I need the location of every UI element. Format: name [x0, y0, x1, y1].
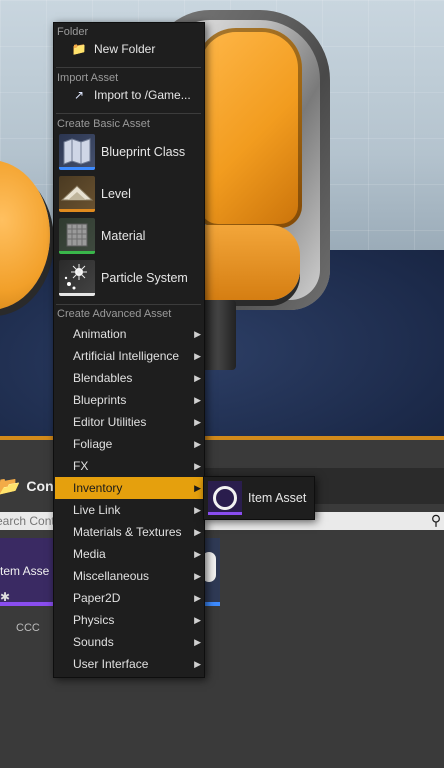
search-placeholder: earch Cont	[0, 514, 55, 528]
chevron-right-icon: ▶	[194, 350, 201, 361]
asset-caption: CCC	[16, 622, 40, 634]
chevron-right-icon: ▶	[194, 328, 201, 339]
section-header-import: Import Asset	[57, 72, 119, 84]
menu-item-blueprints[interactable]: Blueprints ▶	[55, 389, 203, 411]
menu-item-miscellaneous[interactable]: Miscellaneous ▶	[55, 565, 203, 587]
import-icon: ↗	[73, 88, 85, 102]
search-icon[interactable]: ⚲	[428, 512, 444, 530]
viewport-chair-base	[200, 300, 236, 370]
section-header-basic: Create Basic Asset	[57, 118, 150, 130]
menu-item-materials-textures[interactable]: Materials & Textures ▶	[55, 521, 203, 543]
menu-item-label: Item Asset	[248, 491, 307, 505]
menu-item-label: Miscellaneous	[73, 569, 150, 583]
menu-item-particle-system[interactable]: Particle System	[57, 259, 201, 297]
asset-tile-label: tem Asse	[0, 564, 50, 578]
type-color-bar	[59, 251, 95, 254]
chevron-right-icon: ▶	[194, 592, 201, 603]
section-header-folder: Folder	[57, 26, 89, 38]
menu-item-blueprint-class[interactable]: Blueprint Class	[57, 133, 201, 171]
chevron-right-icon: ▶	[194, 416, 201, 427]
chevron-right-icon: ▶	[194, 570, 201, 581]
menu-item-fx[interactable]: FX ▶	[55, 455, 203, 477]
menu-item-label: Editor Utilities	[73, 415, 147, 429]
menu-item-label: Media	[73, 547, 106, 561]
menu-item-label: Particle System	[101, 271, 188, 285]
menu-item-label: Import to /Game...	[94, 88, 191, 102]
chevron-right-icon: ▶	[194, 636, 201, 647]
menu-item-import[interactable]: ↗ Import to /Game...	[60, 85, 200, 105]
menu-item-label: Inventory	[73, 481, 123, 495]
type-color-bar	[59, 293, 95, 296]
menu-item-foliage[interactable]: Foliage ▶	[55, 433, 203, 455]
menu-item-label: Sounds	[73, 635, 114, 649]
ring-icon	[213, 486, 237, 510]
menu-item-label: New Folder	[94, 42, 156, 56]
chevron-right-icon: ▶	[194, 504, 201, 515]
chevron-right-icon: ▶	[194, 460, 201, 471]
menu-item-editor-utilities[interactable]: Editor Utilities ▶	[55, 411, 203, 433]
type-color-bar	[59, 209, 95, 212]
inventory-submenu: Item Asset	[203, 476, 315, 520]
new-folder-icon: 📁	[71, 42, 87, 56]
menu-item-material[interactable]: Material	[57, 217, 201, 255]
menu-item-paper2d[interactable]: Paper2D ▶	[55, 587, 203, 609]
material-icon	[59, 218, 95, 254]
menu-item-new-folder[interactable]: 📁 New Folder	[60, 39, 200, 59]
menu-item-label: Paper2D	[73, 591, 121, 605]
context-menu: Folder 📁 New Folder Import Asset ↗ Impor…	[53, 22, 205, 678]
chevron-right-icon: ▶	[194, 614, 201, 625]
menu-item-label: Foliage	[73, 437, 113, 451]
chevron-right-icon: ▶	[194, 526, 201, 537]
particle-system-icon	[59, 260, 95, 296]
menu-item-user-interface[interactable]: User Interface ▶	[55, 653, 203, 675]
menu-divider	[56, 304, 201, 305]
menu-item-item-asset[interactable]: Item Asset	[204, 477, 314, 519]
type-color-bar	[59, 167, 95, 170]
menu-item-live-link[interactable]: Live Link ▶	[55, 499, 203, 521]
menu-item-label: Level	[101, 187, 131, 201]
menu-item-media[interactable]: Media ▶	[55, 543, 203, 565]
menu-item-label: Blueprint Class	[101, 145, 186, 159]
menu-item-label: Material	[101, 229, 146, 243]
menu-item-animation[interactable]: Animation ▶	[55, 323, 203, 345]
menu-item-physics[interactable]: Physics ▶	[55, 609, 203, 631]
asset-tile-item-asset[interactable]: tem Asse ✱	[0, 538, 56, 606]
menu-divider	[56, 113, 201, 114]
menu-item-label: Materials & Textures	[73, 525, 182, 539]
chevron-right-icon: ▶	[194, 482, 201, 493]
menu-item-label: Live Link	[73, 503, 121, 517]
chevron-right-icon: ▶	[194, 394, 201, 405]
puzzle-icon: ✱	[0, 590, 11, 604]
chevron-right-icon: ▶	[194, 372, 201, 383]
menu-item-level[interactable]: Level	[57, 175, 201, 213]
level-icon	[59, 176, 95, 212]
type-color-bar	[208, 512, 242, 515]
menu-item-label: Blueprints	[73, 393, 127, 407]
menu-item-label: Blendables	[73, 371, 133, 385]
menu-item-inventory[interactable]: Inventory ▶	[55, 477, 203, 499]
menu-divider	[56, 67, 201, 68]
chevron-right-icon: ▶	[194, 658, 201, 669]
menu-item-label: User Interface	[73, 657, 149, 671]
menu-item-label: FX	[73, 459, 89, 473]
menu-item-artificial-intelligence[interactable]: Artificial Intelligence ▶	[55, 345, 203, 367]
chevron-right-icon: ▶	[194, 548, 201, 559]
item-asset-icon	[208, 481, 242, 515]
menu-item-label: Artificial Intelligence	[73, 349, 180, 363]
blueprint-class-icon	[59, 134, 95, 170]
menu-item-label: Physics	[73, 613, 115, 627]
menu-item-sounds[interactable]: Sounds ▶	[55, 631, 203, 653]
menu-item-blendables[interactable]: Blendables ▶	[55, 367, 203, 389]
chevron-right-icon: ▶	[194, 438, 201, 449]
viewport-chair-back	[196, 28, 302, 228]
folder-open-icon: 📂	[0, 475, 21, 497]
section-header-advanced: Create Advanced Asset	[57, 308, 172, 320]
menu-item-label: Animation	[73, 327, 127, 341]
